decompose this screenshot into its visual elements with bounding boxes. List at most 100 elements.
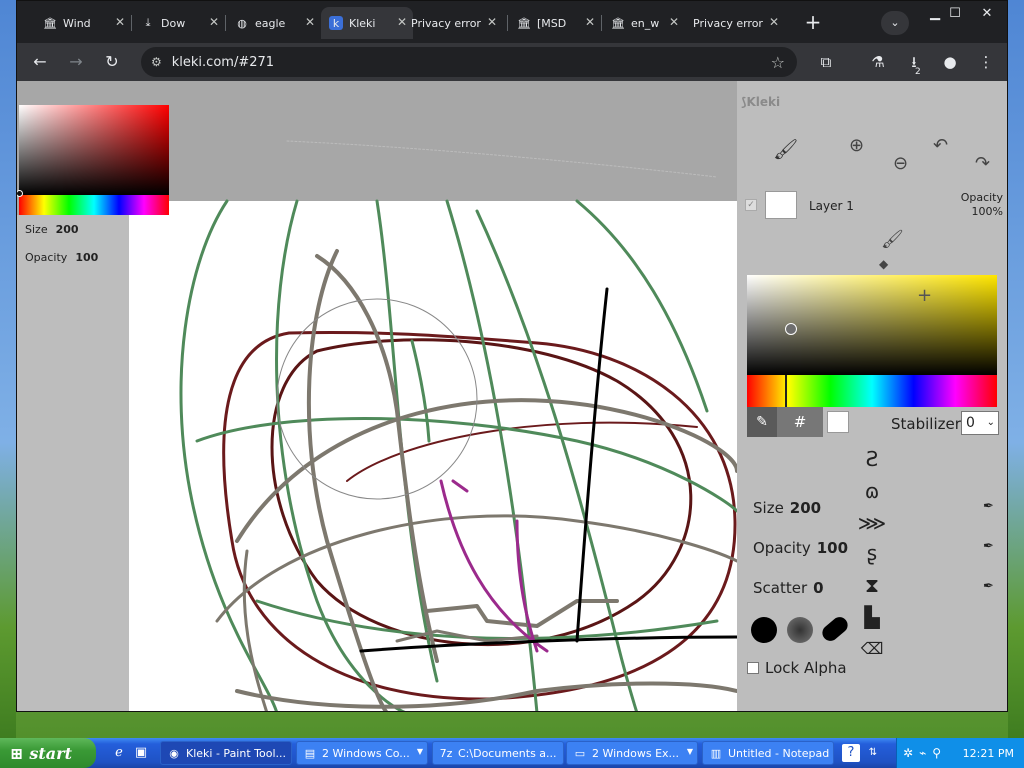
smudge-brush-icon[interactable]: ʂ [857,541,887,565]
close-icon[interactable]: ✕ [487,15,497,29]
tab-en-w[interactable]: 🏛 en_w ✕ [603,7,685,39]
tab-wind[interactable]: 🏛 Wind ✕ [35,7,131,39]
saturation-value-area[interactable] [19,105,169,195]
redo-icon[interactable]: ↷ [975,153,990,174]
tab-search-button[interactable]: ⌄ [881,11,909,35]
tab-label: eagle [255,16,286,30]
task-windows-explorer[interactable]: ▭ 2 Windows Ex... ▼ [566,741,698,765]
task-7zip[interactable]: 7z C:\Documents a... [432,741,564,765]
tab-privacy-error-2[interactable]: Privacy error ✕ [685,7,785,39]
site-settings-icon[interactable]: ⚙ [151,55,162,69]
layer-visibility-checkbox[interactable]: ✓ [745,199,757,211]
extensions-icon[interactable]: ⧉ [815,51,837,73]
left-opacity-row[interactable]: Opacity 100 [25,251,98,264]
layer-opacity[interactable]: Opacity 100% [961,191,1003,219]
tray-app-icon[interactable]: ⌁ [919,746,926,760]
pen-icon[interactable]: 🖌 [881,229,904,250]
saturation-value-area[interactable]: + [747,275,997,375]
brush-tool-icon[interactable]: 🖌 [773,137,798,161]
close-icon[interactable]: ✕ [585,15,595,29]
scatter-value: 0 [813,579,824,597]
internet-explorer-icon[interactable]: ℯ [110,744,128,762]
sketchy-brush-icon[interactable]: ⋙ [857,511,887,535]
back-button[interactable]: ← [27,49,53,75]
address-bar[interactable]: ⚙ kleki.com/#271 ☆ [141,47,797,77]
left-brush-panel: Size 200 Opacity 100 [17,215,129,711]
scatter-pressure-icon[interactable]: ✒ [983,579,994,594]
help-icon[interactable]: ? [842,744,860,762]
labs-flask-icon[interactable]: ⚗ [867,51,889,73]
size-pressure-icon[interactable]: ✒ [983,499,994,514]
browser-menu-icon[interactable]: ⋮ [975,51,997,73]
left-color-picker[interactable] [17,105,169,215]
chemy-brush-icon[interactable]: ▙ [857,605,887,629]
brush-scatter-row[interactable]: Scatter 0 [753,579,824,597]
fill-icon[interactable]: ◆ [879,257,888,271]
eraser-icon[interactable]: ⌫ [857,639,887,658]
lock-alpha-toggle[interactable]: Lock Alpha [747,659,847,677]
cmd-icon: ▤ [304,746,316,760]
tab-downloads[interactable]: ⤓ Dow ✕ [133,7,225,39]
download-count-badge: 2 [915,67,921,77]
network-icon[interactable]: ✲ [903,746,913,760]
start-button[interactable]: ⊞ start [0,738,96,768]
reload-button[interactable]: ↻ [99,49,125,75]
tab-eagle[interactable]: ◍ eagle ✕ [227,7,321,39]
language-bar-icon[interactable]: ⇅ [864,744,882,762]
task-label: Kleki - Paint Tool... [186,746,286,760]
blend-brush-icon[interactable]: ɷ [857,479,887,503]
pixel-brush-icon[interactable]: ⧗ [857,573,887,597]
hue-slider[interactable] [19,195,169,215]
brush-size-row[interactable]: Size 200 [753,499,821,517]
left-size-row[interactable]: Size 200 [25,223,79,236]
round-brush-tip-icon[interactable] [751,617,777,643]
downloads-icon[interactable]: ⭳ 2 [903,51,925,77]
opacity-pressure-icon[interactable]: ✒ [983,539,994,554]
close-icon[interactable]: ✕ [209,15,219,29]
stabilizer-select[interactable]: 0 ⌄ [961,411,999,435]
undo-icon[interactable]: ↶ [933,135,948,156]
tab-label: Dow [161,16,186,30]
museum-icon: 🏛 [611,16,625,30]
hue-slider[interactable] [747,375,997,407]
show-desktop-icon[interactable]: ▣ [132,744,150,762]
notepad-icon: ▥ [710,746,722,760]
eyedropper-icon[interactable]: ✎ [747,407,777,437]
task-kleki[interactable]: ◉ Kleki - Paint Tool... [160,741,292,765]
maximize-button[interactable]: ☐ [941,5,969,23]
close-icon[interactable]: ✕ [115,15,125,29]
tab-strip: 🏛 Wind ✕ ⤓ Dow ✕ ◍ eagle ✕ k Kleki ✕ Pri… [17,1,1007,43]
task-windows-command[interactable]: ▤ 2 Windows Co... ▼ [296,741,428,765]
task-label: Untitled - Notepad [728,746,830,760]
close-icon[interactable]: ✕ [769,15,779,29]
close-icon[interactable]: ✕ [669,15,679,29]
tab-label: Kleki [349,16,376,30]
tab-kleki[interactable]: k Kleki ✕ [321,7,413,39]
pen-brush-icon[interactable]: Ƨ [857,447,887,471]
opacity-value: 100 [75,251,99,264]
brush-opacity-row[interactable]: Opacity 100 [753,539,848,557]
url-text: kleki.com/#271 [171,54,275,70]
forward-button[interactable]: → [63,49,89,75]
soft-brush-tip-icon[interactable] [787,617,813,643]
close-icon[interactable]: ✕ [305,15,315,29]
task-notepad[interactable]: ▥ Untitled - Notepad [702,741,834,765]
add-layer-icon[interactable]: ⊕ [849,135,864,156]
tab-privacy-error-1[interactable]: Privacy error ✕ [403,7,503,39]
profile-avatar-icon[interactable]: ● [939,51,961,73]
bookmark-star-icon[interactable]: ☆ [771,53,785,72]
opacity-label: Opacity [25,251,68,264]
folder-icon: ▭ [574,746,586,760]
search-icon[interactable]: ⚲ [932,746,941,760]
tab-msdn[interactable]: 🏛 [MSD ✕ [509,7,601,39]
crosshair-icon: + [917,285,933,306]
primary-color-swatch[interactable] [827,411,849,433]
tab-label: [MSD [537,16,567,30]
lock-alpha-checkbox[interactable] [747,662,759,674]
new-tab-button[interactable]: + [801,11,825,35]
hex-input-button[interactable]: # [777,407,823,437]
calligraphy-tip-icon[interactable] [819,613,851,645]
close-window-button[interactable]: ✕ [973,5,1001,23]
remove-layer-icon[interactable]: ⊖ [893,153,908,174]
layer-item[interactable]: ✓ Layer 1 Opacity 100% [743,191,1003,219]
